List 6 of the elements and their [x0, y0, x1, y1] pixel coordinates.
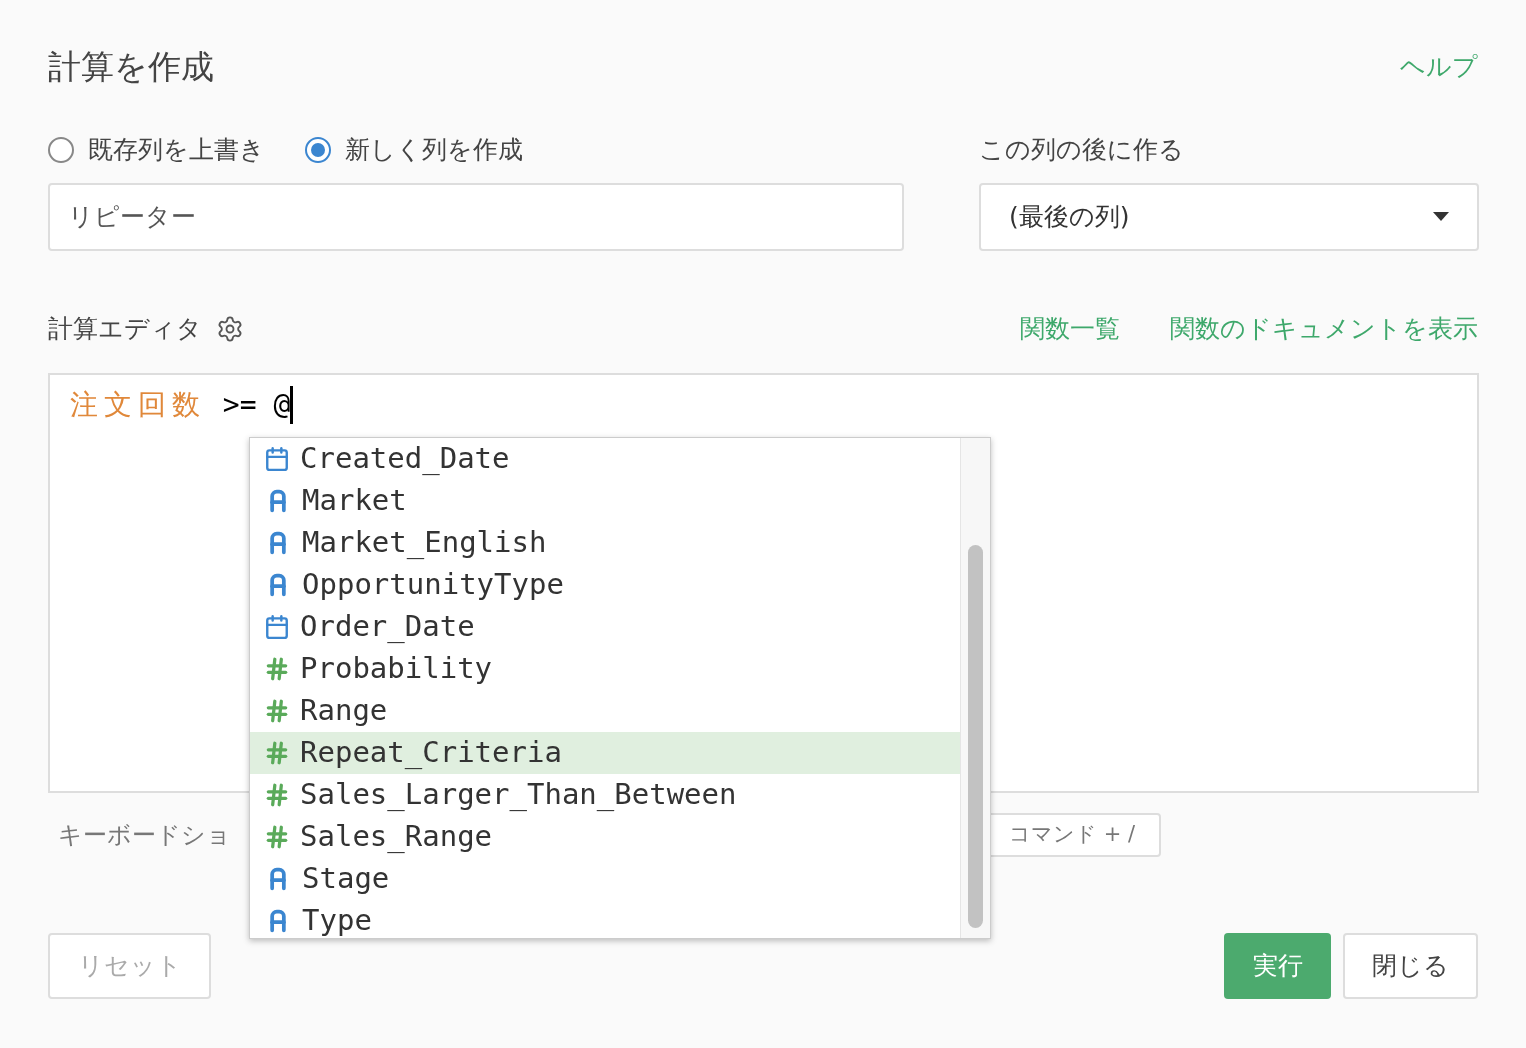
editor-label: 計算エディタ: [48, 312, 202, 345]
formula-text: >= @: [221, 386, 291, 423]
shortcut-label: キーボードショ: [58, 819, 231, 851]
column-token: 注文回数: [70, 386, 206, 423]
position-label: この列の後に作る: [979, 133, 1184, 166]
dialog-title: 計算を作成: [48, 46, 214, 88]
